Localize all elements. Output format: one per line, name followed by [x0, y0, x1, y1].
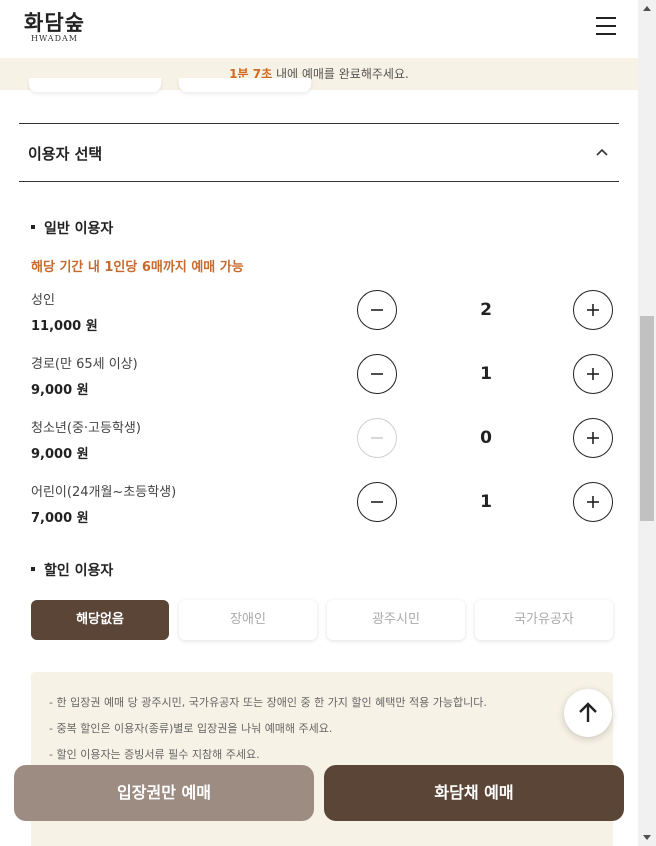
purchase-limit-notice: 해당 기간 내 1인당 6매까지 예매 가능: [31, 260, 244, 275]
ticket-count: 0: [480, 428, 492, 448]
info-line: - 한 입장권 예매 당 광주시민, 국가유공자 또는 장애인 중 한 가지 할…: [49, 696, 487, 709]
plus-icon: [587, 432, 599, 444]
decrease-button-disabled: [357, 418, 397, 458]
discount-option-disabled-person[interactable]: 장애인: [179, 600, 317, 640]
decrease-button[interactable]: [357, 354, 397, 394]
ticket-price: 11,000 원: [31, 319, 98, 334]
minus-icon: [371, 373, 383, 375]
ticket-price: 7,000 원: [31, 511, 89, 526]
ticket-price: 9,000 원: [31, 383, 89, 398]
ticket-count: 1: [480, 364, 492, 384]
discount-option-gwangju-citizen[interactable]: 광주시민: [327, 600, 465, 640]
header: 화담숲 HWADAM: [0, 0, 638, 58]
plus-icon: [587, 304, 599, 316]
ticket-count: 1: [480, 492, 492, 512]
plus-icon: [587, 496, 599, 508]
minus-icon: [371, 309, 383, 311]
minus-icon: [371, 437, 383, 439]
logo-subtitle: HWADAM: [31, 34, 78, 43]
ticket-only-booking-button[interactable]: 입장권만 예매: [14, 765, 314, 821]
increase-button[interactable]: [573, 354, 613, 394]
ticket-count: 2: [480, 300, 492, 320]
chevron-up-icon[interactable]: [594, 144, 610, 160]
scroll-to-top-button[interactable]: [564, 689, 612, 737]
general-users-title: 일반 이용자: [31, 218, 113, 238]
arrow-up-icon: [579, 702, 597, 722]
info-line: - 중복 할인은 이용자(종류)별로 입장권을 나눠 예매해 주세요.: [49, 722, 333, 735]
decrease-button[interactable]: [357, 290, 397, 330]
ticket-type-label: 성인: [31, 293, 55, 308]
scroll-down-arrow-icon[interactable]: [638, 829, 656, 846]
ticket-price: 9,000 원: [31, 447, 89, 462]
ticket-type-label: 경로(만 65세 이상): [31, 357, 138, 372]
info-line: - 할인 이용자는 증빙서류 필수 지참해 주세요.: [49, 748, 260, 761]
increase-button[interactable]: [573, 482, 613, 522]
increase-button[interactable]: [573, 290, 613, 330]
decrease-button[interactable]: [357, 482, 397, 522]
hamburger-menu-icon[interactable]: [594, 14, 618, 38]
previous-card-edge: [179, 78, 311, 92]
increase-button[interactable]: [573, 418, 613, 458]
hwadamchae-booking-button[interactable]: 화담채 예매: [324, 765, 624, 821]
ticket-type-label: 청소년(중·고등학생): [31, 421, 141, 436]
scrollbar[interactable]: [638, 0, 656, 846]
ticket-type-label: 어린이(24개월~초등학생): [31, 485, 177, 500]
user-selection-header[interactable]: 이용자 선택: [19, 123, 619, 182]
scrollbar-thumb[interactable]: [640, 316, 654, 521]
scroll-up-arrow-icon[interactable]: [638, 0, 656, 17]
section-title: 이용자 선택: [28, 145, 103, 163]
minus-icon: [371, 501, 383, 503]
logo[interactable]: 화담숲: [24, 7, 85, 37]
discount-option-none[interactable]: 해당없음: [31, 600, 169, 640]
previous-card-edge: [29, 78, 161, 92]
discount-users-title: 할인 이용자: [31, 560, 113, 580]
discount-option-veteran[interactable]: 국가유공자: [475, 600, 613, 640]
plus-icon: [587, 368, 599, 380]
